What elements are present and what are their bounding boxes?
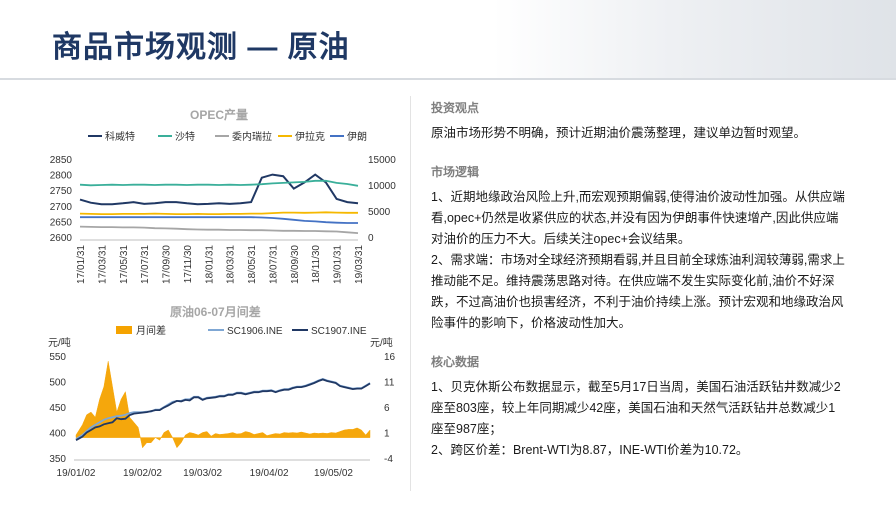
y-right-tick-label: -4 xyxy=(384,454,393,465)
legend-swatch-area xyxy=(116,326,132,334)
chart1-title: OPEC产量 xyxy=(190,108,249,122)
page-title: 商品市场观测 — 原油 xyxy=(52,31,350,64)
y-left-axis-label: 元/吨 xyxy=(48,336,71,349)
x-tick-label: 18/11/30 xyxy=(311,245,322,284)
series-area-spread xyxy=(75,361,371,449)
series-line-科威特 xyxy=(79,173,359,206)
y-right-tick-label: 5000 xyxy=(368,207,391,218)
legend-label-3: 委内瑞拉 xyxy=(232,130,272,143)
y-right-tick-label: 0 xyxy=(368,233,374,244)
y-left-tick-label: 450 xyxy=(49,403,66,414)
y-left-tick-label: 2850 xyxy=(50,155,73,166)
x-tick-label: 17/09/30 xyxy=(162,245,173,284)
y-left-tick-label: 2700 xyxy=(50,202,73,213)
legend-label-sc1906: SC1906.INE xyxy=(227,326,283,337)
legend-label-4: 伊拉克 xyxy=(295,130,325,143)
x-tick-label: 19/03/31 xyxy=(354,245,365,284)
series-line-伊拉克 xyxy=(79,211,358,215)
x-tick-label: 18/07/31 xyxy=(268,245,279,284)
x-tick-label: 19/02/02 xyxy=(123,468,162,479)
y-right-tick-label: 6 xyxy=(384,403,390,414)
x-tick-label: 19/01/02 xyxy=(57,468,96,479)
section-title-logic: 市场逻辑 xyxy=(431,165,480,179)
y-right-tick-label: 16 xyxy=(384,352,396,363)
y-left-tick-label: 500 xyxy=(49,378,66,389)
core-data-1: 1、贝克休斯公布数据显示，截至5月17日当周，美国石油活跃钻井数减少2座至803… xyxy=(431,380,841,436)
legend-label-2: 沙特 xyxy=(175,131,195,143)
x-tick-label: 19/05/02 xyxy=(314,468,353,479)
y-left-tick-label: 400 xyxy=(49,429,66,440)
y-right-tick-label: 11 xyxy=(384,378,395,389)
panel-divider xyxy=(410,96,411,491)
charts-panel: OPEC产量 科威特 沙特 委内瑞拉 伊拉克 伊朗 2850 2800 2750 2700 265… xyxy=(30,98,410,498)
legend-label-sc1907: SC1907.INE xyxy=(311,326,367,337)
spread-chart: 月间差 SC1906.INE SC1907.INE元/吨 元/吨55050045040… xyxy=(48,324,396,479)
y-right-tick-label: 15000 xyxy=(368,155,396,166)
opec-production-chart: 科威特 沙特 委内瑞拉 伊拉克 伊朗 2850 2800 2750 2700 2650 2600 15… xyxy=(50,130,396,284)
x-tick-label: 18/09/30 xyxy=(290,245,301,284)
y-right-tick-label: 1 xyxy=(384,429,390,440)
section-title-view: 投资观点 xyxy=(431,101,480,115)
x-tick-label: 17/01/31 xyxy=(76,245,87,284)
y-left-tick-label: 2800 xyxy=(50,171,73,182)
series-line-委内瑞拉 xyxy=(79,225,359,234)
x-tick-label: 17/05/31 xyxy=(119,245,130,284)
x-tick-label: 19/04/02 xyxy=(250,468,289,479)
series-line-沙特 xyxy=(79,179,359,187)
y-left-tick-label: 2600 xyxy=(50,233,73,244)
core-data-2: 2、跨区价差：Brent-WTI为8.87，INE-WTI价差为10.72。 xyxy=(431,443,749,457)
series-line-伊朗 xyxy=(80,216,358,224)
legend-label-area: 月间差 xyxy=(136,324,166,337)
x-tick-label: 18/01/31 xyxy=(204,245,215,284)
section-title-core-data: 核心数据 xyxy=(431,355,480,369)
y-right-tick-label: 10000 xyxy=(368,181,396,192)
x-tick-label: 17/03/31 xyxy=(97,245,108,284)
y-right-axis-label: 元/吨 xyxy=(370,336,393,349)
x-tick-label: 18/03/31 xyxy=(226,245,237,284)
legend-label-5: 伊朗 xyxy=(347,131,367,143)
y-left-tick-label: 2750 xyxy=(50,186,73,197)
x-tick-label: 19/03/02 xyxy=(183,468,222,479)
x-tick-label: 18/05/31 xyxy=(247,245,258,284)
legend-label-1: 科威特 xyxy=(105,130,135,143)
x-tick-label: 17/07/31 xyxy=(140,245,151,284)
y-left-tick-label: 350 xyxy=(49,454,66,465)
logic-point-1: 1、近期地缘政治风险上升,而宏观预期偏弱,使得油价波动性加强。从供应端看,ope… xyxy=(431,190,845,246)
commentary-panel: 投资观点 原油市场形势不明确，预计近期油价震荡整理，建议单边暂时观望。 市场逻辑… xyxy=(431,98,846,461)
logic-point-2: 2、需求端：市场对全球经济预期看弱,并且目前全球炼油利润较薄弱,需求上推动能不足… xyxy=(431,253,845,330)
header-rule xyxy=(0,78,896,80)
x-tick-label: 19/01/31 xyxy=(333,245,344,284)
y-left-tick-label: 550 xyxy=(49,352,66,363)
x-tick-label: 17/11/30 xyxy=(183,245,194,284)
y-left-tick-label: 2650 xyxy=(50,217,73,228)
view-text: 原油市场形势不明确，预计近期油价震荡整理，建议单边暂时观望。 xyxy=(431,126,807,140)
